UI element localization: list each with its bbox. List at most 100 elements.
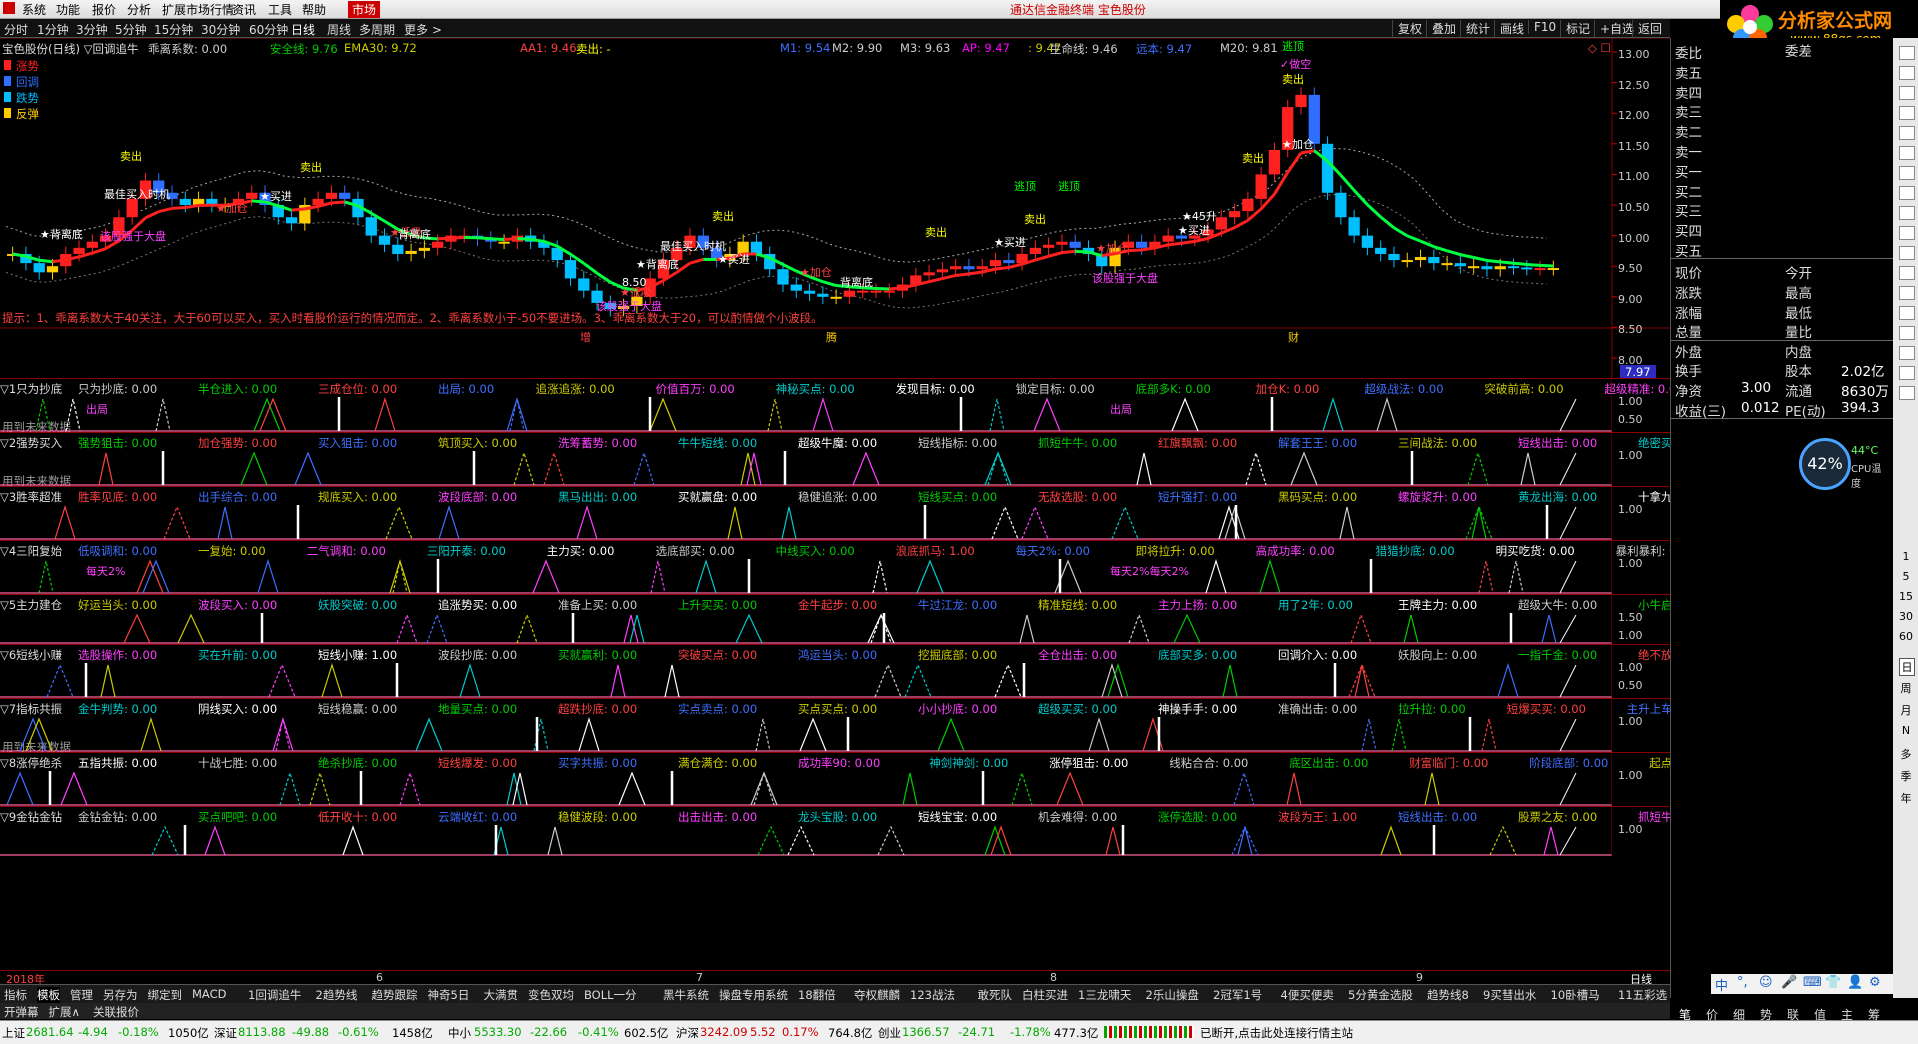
- tab-10[interactable]: 大满贯: [484, 987, 519, 1003]
- tab2-2[interactable]: 关联报价: [93, 1004, 139, 1020]
- connection-status[interactable]: 已断开,点击此处连接行情主站: [1200, 1025, 1353, 1041]
- ime-icon-7[interactable]: ⚙: [1869, 975, 1881, 990]
- tool-icon-12[interactable]: [1899, 286, 1915, 300]
- indicator-panel-3[interactable]: ▽3胜率超准胜率见底: 0.00出手综合: 0.00规底买入: 0.00波段底部…: [0, 486, 1670, 541]
- indicator-panel-4[interactable]: ▽4三阳复始低吸调和: 0.00一复始: 0.00二气调和: 0.00三阳开泰:…: [0, 540, 1670, 595]
- status-item-0[interactable]: 上证: [2, 1025, 25, 1041]
- vtool-period-0[interactable]: 日: [1899, 658, 1915, 676]
- tab-11[interactable]: 变色双均: [528, 987, 574, 1003]
- tool-icon-7[interactable]: [1899, 186, 1915, 200]
- tab-25[interactable]: 趋势线8: [1427, 987, 1469, 1003]
- period-10[interactable]: 更多 >: [404, 21, 442, 38]
- tab2-1[interactable]: 扩展∧: [49, 1004, 80, 1020]
- tool-icon-8[interactable]: [1899, 206, 1915, 220]
- tool-icon-17[interactable]: [1899, 386, 1915, 400]
- tab-7[interactable]: 2趋势线: [316, 987, 358, 1003]
- vtool-period-6[interactable]: 年: [1899, 790, 1913, 806]
- vtool-num-1[interactable]: 5: [1899, 570, 1913, 583]
- ime-icon-1[interactable]: °,: [1737, 975, 1748, 990]
- indicator-panel-2[interactable]: ▽2强势买入强势狙击: 0.00加仓强势: 0.00买入狙击: 0.00筑顶买入…: [0, 432, 1670, 487]
- tab-16[interactable]: 夺权麒麟: [854, 987, 900, 1003]
- period-3[interactable]: 5分钟: [115, 21, 147, 38]
- tab-17[interactable]: 123战法: [910, 987, 955, 1003]
- toolbar-btn-5[interactable]: 标记: [1560, 20, 1595, 37]
- tab-6[interactable]: 1回调追牛: [248, 987, 301, 1003]
- period-2[interactable]: 3分钟: [76, 21, 108, 38]
- indicator-panel-9[interactable]: ▽9金钻金钻金钻金钻: 0.00买点吧吧: 0.00低开收十: 0.00云端收红…: [0, 806, 1670, 857]
- candlestick-chart[interactable]: 卖出最佳买入时机★买进★加仓卖出★背离底该股强于大盘★低吸背离底卖出最佳买入时机…: [0, 38, 1670, 378]
- tool-icon-13[interactable]: [1899, 306, 1915, 320]
- vtool-period-4[interactable]: 多: [1899, 746, 1913, 762]
- tab-18[interactable]: 敢死队: [978, 987, 1013, 1003]
- status-item-10[interactable]: 中小: [448, 1025, 471, 1041]
- tab-1[interactable]: 模板: [37, 987, 60, 1003]
- tab-5[interactable]: MACD: [192, 987, 226, 1001]
- tool-icon-16[interactable]: [1899, 366, 1915, 380]
- tool-icon-15[interactable]: [1899, 346, 1915, 360]
- tool-icon-11[interactable]: [1899, 266, 1915, 280]
- tab-4[interactable]: 绑定到: [148, 987, 183, 1003]
- indicator-panel-8[interactable]: ▽8涨停绝杀五指共振: 0.00十战七胜: 0.00绝杀抄底: 0.00短线爆发…: [0, 752, 1670, 807]
- tool-icon-0[interactable]: [1899, 46, 1915, 60]
- menu-item-2[interactable]: 报价: [92, 1, 116, 18]
- tab-27[interactable]: 10卧槽马: [1551, 987, 1600, 1003]
- vtool-period-3[interactable]: N: [1899, 724, 1913, 737]
- tool-icon-5[interactable]: [1899, 146, 1915, 160]
- indicator-panel-5[interactable]: ▽5主力建仓好运当头: 0.00波段买入: 0.00妖股突破: 0.00追涨势买…: [0, 594, 1670, 645]
- indicator-panel-7[interactable]: ▽7指标共振金牛判势: 0.00阴线买入: 0.00短线稳赢: 0.00地量买点…: [0, 698, 1670, 753]
- tool-icon-1[interactable]: [1899, 66, 1915, 80]
- status-item-15[interactable]: 沪深: [676, 1025, 699, 1041]
- menu-item-6[interactable]: 工具: [268, 1, 292, 18]
- tab-9[interactable]: 神奇5日: [428, 987, 470, 1003]
- tab-20[interactable]: 1三龙啸天: [1078, 987, 1131, 1003]
- period-0[interactable]: 分时: [4, 21, 28, 38]
- toolbar-btn-1[interactable]: 叠加: [1426, 20, 1461, 37]
- toolbar-btn-0[interactable]: 复权: [1392, 20, 1427, 37]
- menu-item-1[interactable]: 功能: [56, 1, 80, 18]
- tab-0[interactable]: 指标: [4, 987, 27, 1003]
- tab-24[interactable]: 5分黄金选股: [1348, 987, 1413, 1003]
- tab-15[interactable]: 18翻倍: [798, 987, 836, 1003]
- tool-icon-9[interactable]: [1899, 226, 1915, 240]
- tab-2[interactable]: 管理: [70, 987, 93, 1003]
- indicator-panel-1[interactable]: ▽1只为抄底只为抄底: 0.00半仓进入: 0.00三成仓位: 0.00出局: …: [0, 378, 1670, 433]
- vtool-period-1[interactable]: 周: [1899, 680, 1913, 696]
- period-4[interactable]: 15分钟: [154, 21, 193, 38]
- toolbar-btn-7[interactable]: 返回: [1632, 20, 1667, 37]
- indicator-panel-6[interactable]: ▽6短线小赚选股操作: 0.00买在升前: 0.00短线小赚: 1.00波段抄底…: [0, 644, 1670, 699]
- menu-item-3[interactable]: 分析: [127, 1, 151, 18]
- tool-icon-6[interactable]: [1899, 166, 1915, 180]
- menu-item-0[interactable]: 系统: [22, 1, 46, 18]
- period-7[interactable]: 日线: [291, 21, 315, 38]
- ime-toolbar[interactable]: 中°,☺🎤⌨👕👤⚙: [1711, 974, 1893, 994]
- tab-23[interactable]: 4便买便卖: [1281, 987, 1334, 1003]
- vtool-period-2[interactable]: 月: [1899, 702, 1913, 718]
- tab-13[interactable]: 黑牛系统: [663, 987, 709, 1003]
- menu-item-7[interactable]: 帮助: [302, 1, 326, 18]
- tab-21[interactable]: 2乐山操盘: [1146, 987, 1199, 1003]
- vtool-num-0[interactable]: 1: [1899, 550, 1913, 563]
- tab-14[interactable]: 操盘专用系统: [719, 987, 788, 1003]
- menu-item-5[interactable]: 资讯: [232, 1, 256, 18]
- tab-8[interactable]: 趋势跟踪: [372, 987, 418, 1003]
- vtool-period-5[interactable]: 季: [1899, 768, 1913, 784]
- cpu-widget[interactable]: 42%44°CCPU温度: [1799, 438, 1889, 490]
- period-5[interactable]: 30分钟: [201, 21, 240, 38]
- vtool-num-2[interactable]: 15: [1899, 590, 1913, 603]
- tool-icon-4[interactable]: [1899, 126, 1915, 140]
- ime-icon-0[interactable]: 中: [1715, 975, 1728, 994]
- period-8[interactable]: 周线: [327, 21, 351, 38]
- tab-22[interactable]: 2冠军1号: [1213, 987, 1262, 1003]
- ime-icon-2[interactable]: ☺: [1759, 975, 1773, 990]
- tab-26[interactable]: 9买彗出水: [1483, 987, 1536, 1003]
- tab-19[interactable]: 白柱买进: [1022, 987, 1068, 1003]
- menu-item-4[interactable]: 扩展市场行情: [162, 1, 234, 18]
- toolbar-btn-2[interactable]: 统计: [1460, 20, 1495, 37]
- ime-icon-3[interactable]: 🎤: [1781, 975, 1797, 990]
- status-item-5[interactable]: 深证: [214, 1025, 237, 1041]
- vtool-num-3[interactable]: 30: [1899, 610, 1913, 623]
- tab-3[interactable]: 另存为: [103, 987, 138, 1003]
- period-9[interactable]: 多周期: [359, 21, 395, 38]
- main-indicator-name[interactable]: 宝色股份(日线) ▽回调追牛: [2, 41, 138, 57]
- period-1[interactable]: 1分钟: [37, 21, 69, 38]
